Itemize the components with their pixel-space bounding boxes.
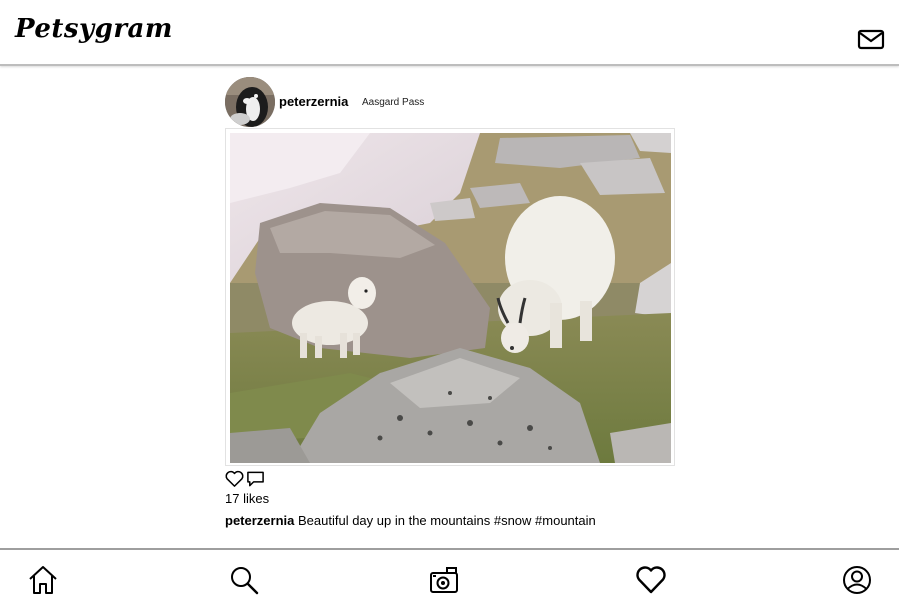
post-location[interactable]: Aasgard Pass	[362, 97, 424, 108]
mountain-goats-image	[230, 133, 671, 463]
app-logo[interactable]: Petsygram	[15, 14, 173, 44]
post-caption: peterzernia Beautiful day up in the moun…	[225, 513, 596, 528]
post-actions	[225, 470, 285, 490]
post-username[interactable]: peterzernia	[279, 94, 348, 109]
search-icon[interactable]	[228, 564, 260, 596]
mail-icon[interactable]	[857, 27, 885, 51]
caption-username[interactable]: peterzernia	[225, 513, 294, 528]
avatar[interactable]	[225, 77, 275, 127]
heart-icon[interactable]	[635, 564, 667, 596]
caption-text: Beautiful day up in the mountains #snow …	[298, 513, 596, 528]
avatar-dog-image	[225, 77, 275, 127]
comment-icon[interactable]	[246, 470, 265, 488]
post-photo-frame	[225, 128, 675, 466]
top-bar: Petsygram	[0, 0, 899, 66]
home-icon[interactable]	[27, 564, 59, 596]
post-photo[interactable]	[230, 133, 671, 463]
profile-icon[interactable]	[841, 564, 873, 596]
heart-icon[interactable]	[225, 470, 244, 488]
likes-count: 17 likes	[225, 491, 270, 506]
bottom-nav	[0, 548, 899, 600]
camera-icon[interactable]	[428, 564, 460, 596]
